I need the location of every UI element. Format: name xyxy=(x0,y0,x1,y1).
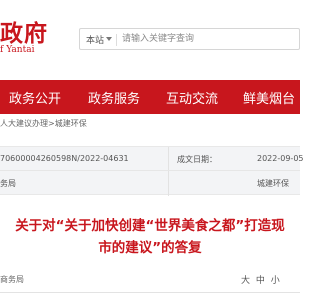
nav-item-yantai[interactable]: 鲜美烟台 xyxy=(243,88,295,107)
info-row: 务局 城建环保 xyxy=(0,171,300,195)
source-label: 商务局 xyxy=(0,275,24,284)
info-row: 70600004260598N/2022-04631 成文日期： 2022-09… xyxy=(0,147,304,171)
document-info-table: 70600004260598N/2022-04631 成文日期： 2022-09… xyxy=(0,146,304,196)
date-label: 成文日期： xyxy=(177,155,217,164)
search-scope-select[interactable]: 本站 xyxy=(86,33,104,46)
title-line-1: 关于对“关于加快创建“世界美食之都”打造现 xyxy=(15,218,285,234)
font-size-medium-button[interactable]: 中 xyxy=(256,276,265,286)
title-line-2: 市的建议”的答复 xyxy=(98,240,202,256)
chevron-down-icon[interactable] xyxy=(106,37,112,41)
site-logo-english: f Yantai xyxy=(0,45,35,55)
date-value: 2022-09-05 xyxy=(257,154,304,163)
search-box[interactable]: 本站 xyxy=(79,28,300,50)
search-divider xyxy=(116,34,117,46)
nav-item-public-affairs[interactable]: 政务公开 xyxy=(9,88,61,107)
font-size-controls: 大 中 小 xyxy=(238,273,280,286)
nav-item-services[interactable]: 政务服务 xyxy=(88,88,140,107)
font-size-large-button[interactable]: 大 xyxy=(241,276,250,286)
site-logo[interactable]: 政府 xyxy=(0,14,48,48)
issuing-department: 务局 xyxy=(0,179,16,188)
category-value: 城建环保 xyxy=(257,179,289,188)
search-input[interactable] xyxy=(122,31,272,47)
main-nav: 政务公开 政务服务 互动交流 鲜美烟台 xyxy=(0,80,300,114)
index-number: 70600004260598N/2022-04631 xyxy=(0,154,129,163)
nav-item-interaction[interactable]: 互动交流 xyxy=(166,88,218,107)
page-title: 关于对“关于加快创建“世界美食之都”打造现 市的建议”的答复 xyxy=(0,215,300,259)
site-header: 政府 f Yantai 本站 xyxy=(0,0,300,80)
breadcrumb[interactable]: 人大建议办理>城建环保 xyxy=(0,118,87,129)
divider xyxy=(0,292,300,293)
font-size-small-button[interactable]: 小 xyxy=(271,276,280,286)
